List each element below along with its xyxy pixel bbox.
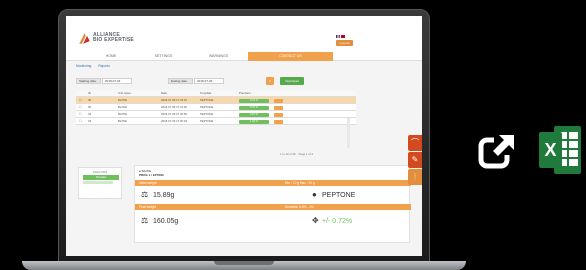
- download-button[interactable]: Download: [280, 77, 304, 85]
- laptop-notch: [214, 261, 274, 265]
- row-template: PEPTONE: [200, 119, 214, 123]
- final-weight-label: Final weight: [139, 205, 157, 209]
- nav-home[interactable]: HOME: [86, 52, 136, 61]
- precision-value: +/- 0.72%: [322, 218, 353, 225]
- nav-contact[interactable]: CONTACT US: [248, 52, 333, 61]
- table-header: ID Unit name Date Template Precision: [76, 90, 356, 97]
- external-link-icon[interactable]: [478, 130, 518, 170]
- detail-unit: ● BAITIE PROG 1 / EFTING: [139, 169, 164, 177]
- row-action-button[interactable]: [274, 119, 283, 124]
- tab-monitoring[interactable]: Monitoring: [76, 64, 91, 68]
- side-info-button[interactable]: ⦙: [408, 169, 422, 185]
- initial-weight-bar: Initial weight Min : 10 g Max : 20 g: [135, 180, 411, 186]
- pager-range: 1 to 10 of 36: [280, 152, 296, 156]
- precision-bar: 1.02 %: [239, 119, 269, 124]
- row-unit: BAITIE: [118, 112, 127, 116]
- row-date: 2018-07-09 17:33:16: [161, 98, 187, 102]
- analysis-panel: ANALYSIS Template: [78, 167, 122, 199]
- start-date-label: Starting date: [76, 78, 101, 84]
- logo-text: ALLIANCE BIO EXPERTISE: [93, 33, 134, 43]
- row-template: PEPTONE: [200, 105, 214, 109]
- table-scrollbar[interactable]: [347, 118, 350, 148]
- language-switcher[interactable]: [336, 34, 345, 39]
- row-checkbox[interactable]: ☐: [79, 104, 82, 111]
- final-weight-value: 160.05g: [153, 218, 179, 225]
- main-nav: HOME SETTINGS WARNINGS CONTACT US: [66, 52, 422, 61]
- clear-filter-button[interactable]: ×: [266, 77, 274, 85]
- row-checkbox[interactable]: ☐: [79, 111, 82, 118]
- detail-unit-sub: PROG 1 / EFTING: [139, 173, 164, 177]
- row-id: 35: [88, 105, 92, 109]
- row-template: PEPTONE: [200, 98, 214, 102]
- pager-page[interactable]: Page 1 of 4: [299, 152, 313, 156]
- col-date[interactable]: Date: [161, 90, 167, 97]
- initial-weight-value: 15.89g: [153, 192, 175, 199]
- table-pager: 1 to 10 of 36 Page 1 of 4: [280, 152, 313, 156]
- detail-panel: ● BAITIE PROG 1 / EFTING Initial weight …: [134, 165, 411, 243]
- precision-bar: 0.47 %: [239, 105, 269, 110]
- table-row[interactable]: ☐ 33 BAITIE 2018-07-09 17:30:04 PEPTONE …: [76, 118, 356, 125]
- side-tool-button[interactable]: ✎: [408, 152, 422, 168]
- precision-bar: 0.61 %: [239, 112, 269, 117]
- nav-warnings[interactable]: WARNINGS: [191, 52, 246, 61]
- row-date: 2018-07-09 17:30:04: [161, 119, 187, 123]
- start-date-input[interactable]: 2018-07-03: [102, 78, 132, 84]
- table-row[interactable]: ☐ 36 BAITIE 2018-07-09 17:33:16 PEPTONE …: [76, 97, 356, 104]
- results-table: ID Unit name Date Template Precision ☐ 3…: [76, 90, 356, 125]
- table-row[interactable]: ☐ 35 BAITIE 2018-07-09 17:31:40 PEPTONE …: [76, 104, 356, 111]
- row-unit: BAITIE: [118, 105, 127, 109]
- end-date-input[interactable]: 2018-07-09: [194, 78, 224, 84]
- row-unit: BAITIE: [118, 98, 127, 102]
- row-id: 33: [88, 119, 92, 123]
- end-date-label: Ending date: [168, 78, 193, 84]
- logout-button[interactable]: Log out: [336, 40, 353, 46]
- tab-reports[interactable]: Reports: [98, 64, 110, 68]
- precision-label: Deviation 0.5% - 1%: [285, 205, 314, 209]
- template-value: PEPTONE: [322, 192, 356, 199]
- target-icon: ✥: [312, 216, 319, 225]
- col-precision[interactable]: Precision: [239, 90, 251, 97]
- svg-text:X: X: [544, 140, 556, 160]
- logo-icon: [79, 33, 90, 44]
- row-checkbox[interactable]: ☐: [79, 97, 82, 104]
- flag-uk-icon[interactable]: [341, 35, 345, 38]
- nav-settings[interactable]: SETTINGS: [136, 52, 191, 61]
- side-chart-button[interactable]: ⌒: [408, 135, 422, 151]
- subtabs: Monitoring Reports: [76, 64, 116, 70]
- col-id[interactable]: ID: [88, 90, 91, 97]
- col-unit[interactable]: Unit name: [118, 90, 131, 97]
- row-date: 2018-07-09 17:31:40: [161, 105, 187, 109]
- row-checkbox[interactable]: ☐: [79, 118, 82, 125]
- laptop-screen: ALLIANCE BIO EXPERTISE Log out HOME SETT…: [66, 16, 422, 256]
- excel-icon[interactable]: X: [538, 124, 582, 176]
- analysis-title: ANALYSIS: [92, 170, 108, 174]
- row-unit: BAITIE: [118, 119, 127, 123]
- min-max-label: Min : 10 g Max : 20 g: [285, 181, 315, 185]
- final-weight-bar: Final weight Deviation 0.5% - 1%: [135, 204, 411, 210]
- analysis-sub-bar: [83, 181, 113, 184]
- row-action-button[interactable]: [274, 112, 283, 117]
- row-id: 34: [88, 112, 92, 116]
- scale-icon: ⚖: [141, 190, 149, 199]
- flag-fr-icon[interactable]: [336, 35, 340, 38]
- analysis-template-bar[interactable]: Template: [83, 175, 119, 180]
- logo-line-2: BIO EXPERTISE: [93, 37, 134, 43]
- col-template[interactable]: Template: [200, 90, 211, 97]
- row-action-button[interactable]: [274, 98, 283, 103]
- scale-icon: ⚖: [141, 216, 149, 225]
- precision-bar: 0.72 %: [239, 98, 269, 103]
- row-action-button[interactable]: [274, 105, 283, 110]
- row-id: 36: [88, 98, 92, 102]
- table-row[interactable]: ☐ 34 BAITIE 2018-07-09 17:30:55 PEPTONE …: [76, 111, 356, 118]
- initial-weight-label: Initial weight: [139, 181, 157, 185]
- row-date: 2018-07-09 17:30:55: [161, 112, 187, 116]
- row-template: PEPTONE: [200, 112, 214, 116]
- drop-icon: ●: [312, 190, 317, 199]
